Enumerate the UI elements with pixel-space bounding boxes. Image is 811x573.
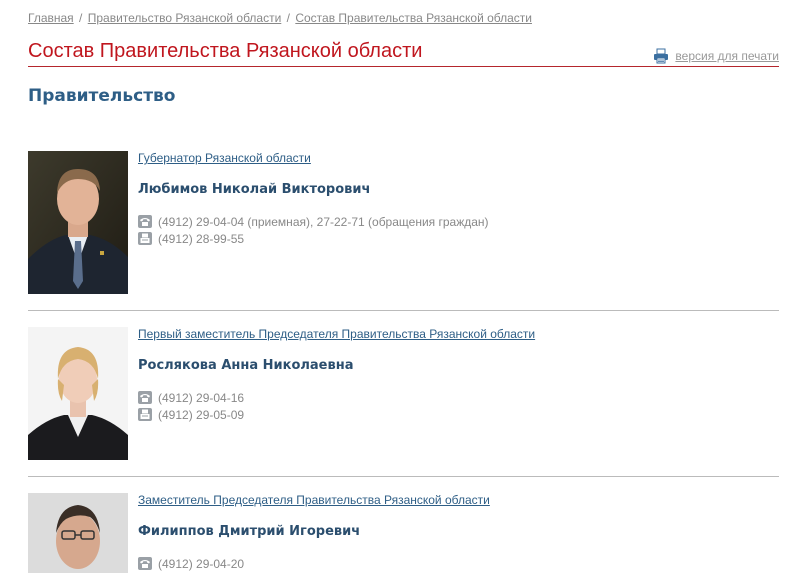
breadcrumb-home-link[interactable]: Главная [28,11,74,25]
phone-row: (4912) 29-04-20 [138,555,778,572]
person-name: Любимов Николай Викторович [138,182,371,197]
divider [28,310,779,311]
fax-row: (4912) 28-99-55 [138,230,778,247]
phone-icon [138,391,152,404]
phone-number: (4912) 29-04-04 (приемная), 27-22-71 (об… [158,214,489,229]
person-photo [28,493,128,573]
person-name: Филиппов Дмитрий Игоревич [138,524,361,539]
person-info: Заместитель Председателя Правительства Р… [138,493,778,572]
phone-icon [138,215,152,228]
printer-icon [653,48,669,64]
position-link[interactable]: Первый заместитель Председателя Правител… [138,327,778,341]
position-link[interactable]: Заместитель Председателя Правительства Р… [138,493,778,507]
section-title: Правительство [28,86,176,106]
phone-icon [138,557,152,570]
person-photo [28,151,128,294]
contacts: (4912) 29-04-16 (4912) 29-05-09 [138,389,778,423]
fax-icon [138,408,152,421]
breadcrumb-current-link[interactable]: Состав Правительства Рязанской области [295,11,532,25]
fax-icon [138,232,152,245]
breadcrumb-separator: / [286,11,290,25]
person-info: Губернатор Рязанской области Любимов Ник… [138,151,778,247]
fax-number: (4912) 29-05-09 [158,407,245,422]
divider [28,476,779,477]
person-info: Первый заместитель Председателя Правител… [138,327,778,423]
phone-row: (4912) 29-04-16 [138,389,778,406]
phone-row: (4912) 29-04-04 (приемная), 27-22-71 (об… [138,213,778,230]
contacts: (4912) 29-04-04 (приемная), 27-22-71 (об… [138,213,778,247]
position-link[interactable]: Губернатор Рязанской области [138,151,778,165]
breadcrumb-government-link[interactable]: Правительство Рязанской области [88,11,282,25]
fax-row: (4912) 29-05-09 [138,406,778,423]
contacts: (4912) 29-04-20 [138,555,778,572]
person-photo [28,327,128,470]
person-name: Рослякова Анна Николаевна [138,358,354,373]
breadcrumb: Главная / Правительство Рязанской област… [28,11,532,25]
breadcrumb-separator: / [79,11,83,25]
fax-number: (4912) 28-99-55 [158,231,245,246]
title-row: Состав Правительства Рязанской области в… [28,40,779,67]
print-version-link[interactable]: версия для печати [653,48,779,64]
page-title: Состав Правительства Рязанской области [28,40,423,62]
print-version-label: версия для печати [675,49,779,63]
phone-number: (4912) 29-04-16 [158,390,245,405]
phone-number: (4912) 29-04-20 [158,556,245,571]
